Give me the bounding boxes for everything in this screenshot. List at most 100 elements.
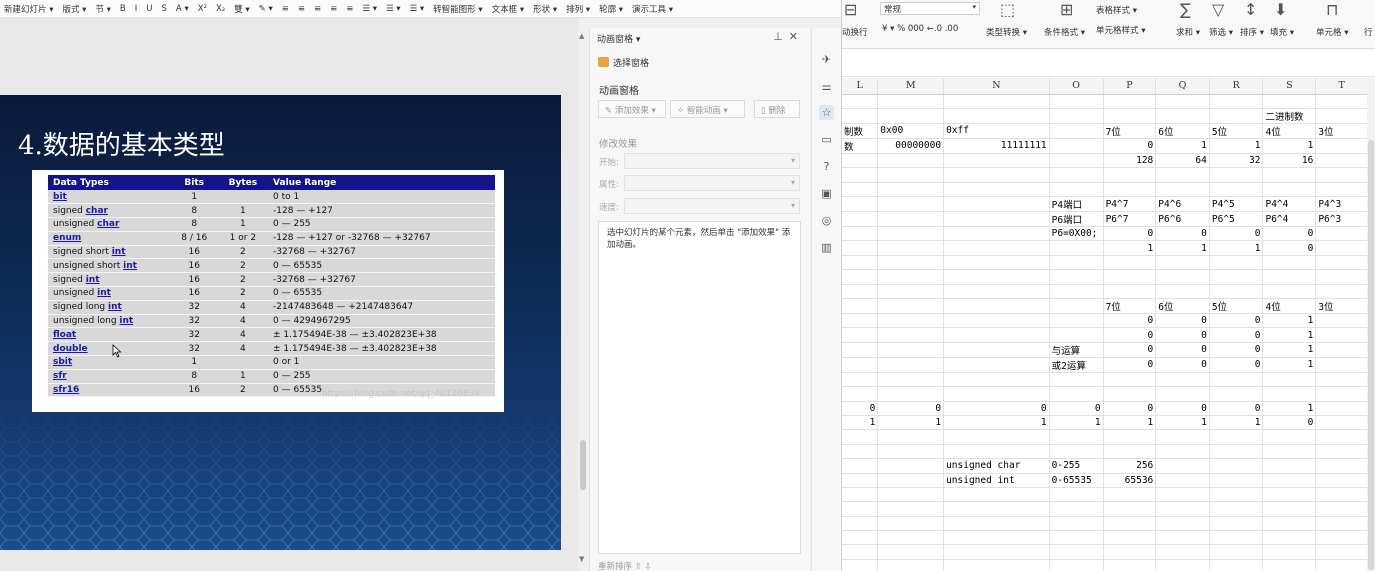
slider-settings-icon[interactable]: ⚌ xyxy=(819,79,834,94)
sheet-cell[interactable] xyxy=(1155,487,1210,503)
sheet-cell[interactable]: 数 xyxy=(842,138,879,154)
type-link[interactable]: bit xyxy=(53,192,67,202)
sheet-cell[interactable] xyxy=(877,544,945,560)
sheet-cell[interactable]: 0xff xyxy=(943,123,1050,139)
sheet-cell[interactable] xyxy=(1209,372,1264,388)
sheet-cell[interactable] xyxy=(877,372,945,388)
sheet-cell[interactable]: 0 xyxy=(1155,357,1210,373)
type-link[interactable]: int xyxy=(108,302,122,312)
conditional-format-icon[interactable]: ⊞ xyxy=(1060,0,1073,19)
sheet-cell[interactable] xyxy=(842,313,879,329)
sheet-cell[interactable] xyxy=(1103,559,1157,571)
sheet-cell[interactable] xyxy=(1262,516,1317,532)
sheet-cell[interactable] xyxy=(877,269,945,285)
sheet-cell[interactable] xyxy=(1315,255,1368,271)
sheet-cell[interactable] xyxy=(1049,530,1104,546)
type-link[interactable]: double xyxy=(53,344,88,354)
sheet-cell[interactable] xyxy=(1049,487,1104,503)
data-types-table-image[interactable]: Data Types Bits Bytes Value Range bit 1 0 to … xyxy=(32,170,504,412)
select-pane-button[interactable]: 选择窗格 xyxy=(598,56,649,69)
toolbar-item[interactable]: ≡ xyxy=(346,4,353,14)
sheet-cell[interactable]: P6^3 xyxy=(1315,211,1368,228)
sheet-cell[interactable] xyxy=(1155,386,1210,402)
sheet-cell[interactable] xyxy=(1049,284,1104,300)
sheet-cell[interactable] xyxy=(842,458,879,474)
sheet-cell[interactable]: unsigned char xyxy=(943,458,1050,474)
sheet-cell[interactable]: P4^6 xyxy=(1155,196,1210,213)
sheet-cell[interactable]: 1 xyxy=(1262,138,1317,154)
sheet-cell[interactable] xyxy=(1315,559,1368,571)
type-link[interactable]: float xyxy=(53,330,76,340)
sheet-cell[interactable] xyxy=(1209,108,1264,124)
sheet-cell[interactable] xyxy=(1103,108,1157,124)
toolbar-item[interactable]: 雙 ▾ xyxy=(234,3,249,15)
sheet-cell[interactable] xyxy=(1209,269,1264,285)
sheet-cell[interactable] xyxy=(1049,182,1104,198)
sheet-cell[interactable] xyxy=(1155,516,1210,532)
sheet-cell[interactable] xyxy=(1315,487,1368,503)
sheet-cell[interactable] xyxy=(1155,255,1210,271)
number-format-buttons[interactable]: ¥ ▾ % 000 ←.0 .00 xyxy=(882,24,958,34)
book-icon[interactable]: ▥ xyxy=(819,240,834,255)
toolbar-item[interactable]: B xyxy=(120,4,126,14)
sheet-cell[interactable] xyxy=(877,386,945,402)
rocket-icon[interactable]: ✈ xyxy=(819,52,834,67)
cell-button[interactable]: 单元格 ▾ xyxy=(1316,26,1348,38)
sheet-cell[interactable]: 1 xyxy=(1209,415,1264,431)
toolbar-item[interactable]: 版式 ▾ xyxy=(62,3,86,15)
column-header[interactable]: Q xyxy=(1155,78,1210,95)
type-convert-button[interactable]: 类型转换 ▾ xyxy=(986,26,1027,38)
toolbar-item[interactable]: 形状 ▾ xyxy=(533,3,557,15)
toolbar-item[interactable]: S xyxy=(162,4,167,14)
cell-icon[interactable]: ⊓ xyxy=(1326,0,1338,19)
sheet-cell[interactable] xyxy=(1049,138,1104,154)
sheet-cell[interactable]: 0 xyxy=(1262,240,1317,256)
sheet-cell[interactable]: 0 xyxy=(1155,401,1210,416)
sheet-cell[interactable] xyxy=(1315,269,1368,285)
sheet-cell[interactable]: 128 xyxy=(1103,153,1157,169)
sheet-cell[interactable] xyxy=(877,516,945,532)
sheet-cell[interactable] xyxy=(1103,255,1157,271)
sheet-cell[interactable] xyxy=(1315,284,1368,300)
sheet-cell[interactable] xyxy=(943,530,1050,546)
sheet-cell[interactable] xyxy=(1315,530,1368,546)
sheet-cell[interactable] xyxy=(1103,284,1157,300)
sheet-cell[interactable]: 1 xyxy=(1103,415,1157,431)
filter-button[interactable]: 筛选 ▾ xyxy=(1209,26,1233,38)
sheet-cell[interactable] xyxy=(943,501,1050,517)
sheet-cell[interactable]: 1 xyxy=(1155,415,1210,431)
sheet-cell[interactable] xyxy=(1103,444,1157,460)
sheet-cell[interactable] xyxy=(1315,415,1368,431)
sheet-cell[interactable] xyxy=(1209,284,1264,300)
slide-editing-area[interactable]: 4.数据的基本类型 Data Types Bits Bytes Value Range… xyxy=(0,18,578,571)
wrap-text-icon[interactable]: ⊟ xyxy=(844,0,857,19)
sheet-cell[interactable] xyxy=(943,372,1050,388)
sheet-cell[interactable] xyxy=(1103,269,1157,285)
sheet-cell[interactable]: 1 xyxy=(842,415,879,431)
sheet-cell[interactable] xyxy=(1049,255,1104,271)
animation-pane-title[interactable]: 动画窗格 ▾ xyxy=(597,32,640,45)
speed-dropdown[interactable] xyxy=(624,198,800,214)
sheet-cell[interactable] xyxy=(1315,444,1368,460)
add-effect-button[interactable]: ✎ 添加效果 ▾ xyxy=(598,100,666,118)
sheet-cell[interactable]: 0x00 xyxy=(877,123,945,139)
help-icon[interactable]: ? xyxy=(819,159,834,174)
sheet-cell[interactable]: 0 xyxy=(1155,327,1210,343)
toolbar-item[interactable]: 演示工具 ▾ xyxy=(632,3,673,15)
sheet-cell[interactable]: 7位 xyxy=(1103,123,1157,139)
toolbar-item[interactable]: 排列 ▾ xyxy=(566,3,590,15)
sheet-cell[interactable] xyxy=(877,313,945,329)
sheet-cell[interactable]: 0 xyxy=(1103,138,1157,154)
sheet-cell[interactable] xyxy=(1315,458,1368,474)
sheet-cell[interactable] xyxy=(1155,473,1210,488)
sheet-cell[interactable] xyxy=(1209,487,1264,503)
sheet-cell[interactable] xyxy=(1209,473,1264,488)
sheet-cell[interactable]: 5位 xyxy=(1209,298,1264,315)
type-link[interactable]: sfr xyxy=(53,371,67,381)
sheet-cell[interactable] xyxy=(1209,559,1264,571)
start-dropdown[interactable] xyxy=(624,153,800,169)
sheet-cell[interactable] xyxy=(1155,372,1210,388)
scroll-down-icon[interactable]: ▼ xyxy=(579,555,584,563)
sheet-cell[interactable]: P6^7 xyxy=(1103,211,1157,228)
sheet-cell[interactable] xyxy=(842,269,879,285)
